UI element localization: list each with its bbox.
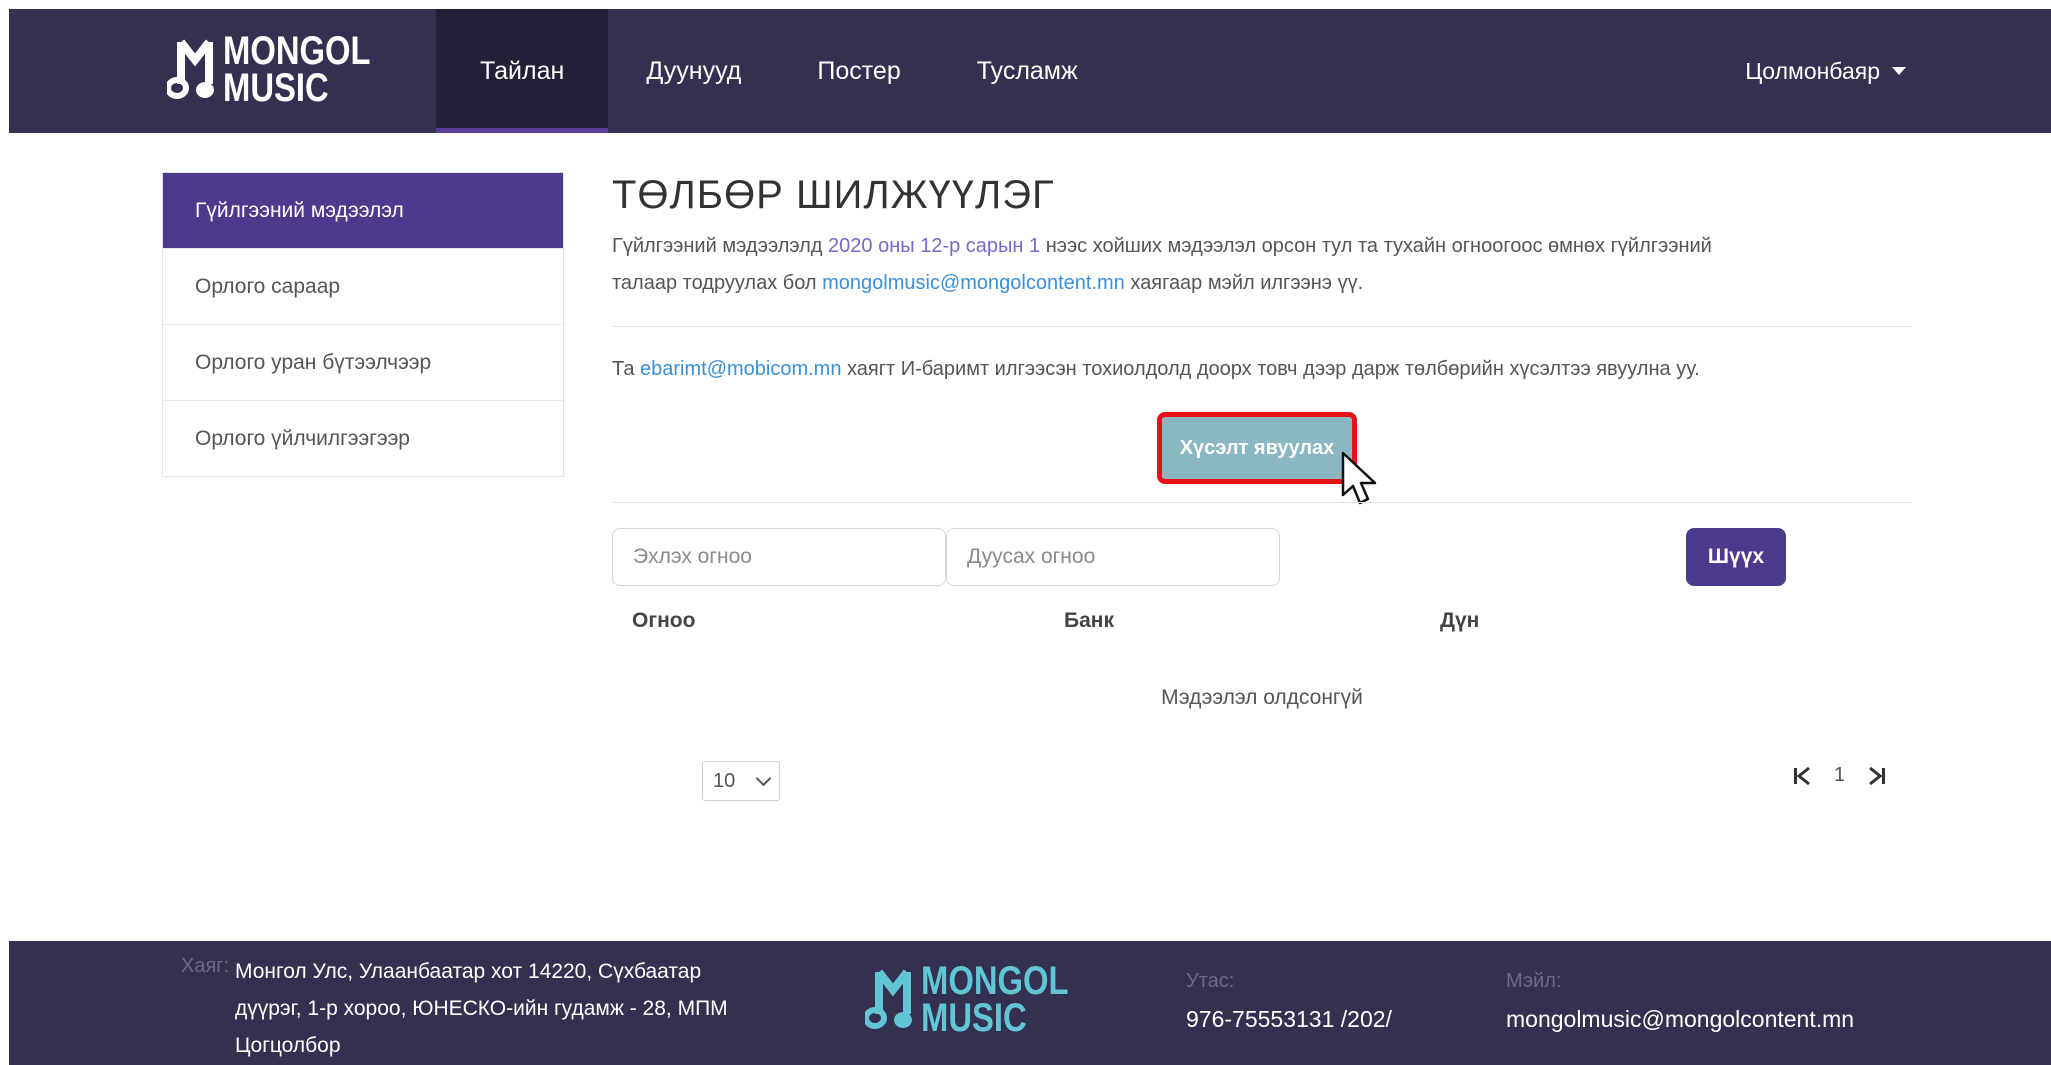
brand-logo[interactable]: MONGOL MUSIC (165, 29, 403, 110)
last-page-icon[interactable] (1867, 765, 1887, 787)
nav-tab-report[interactable]: Тайлан (436, 9, 609, 133)
page-size-value: 10 (713, 769, 736, 792)
column-header-date[interactable]: Огноо (632, 609, 695, 633)
column-header-amount[interactable]: Дүн (1440, 609, 1479, 633)
info-text-3: талаар тодруулах бол (612, 272, 823, 294)
page-size-select[interactable]: 10 (702, 761, 780, 801)
page-title: ТӨЛБӨР ШИЛЖҮҮЛЭГ (612, 173, 1055, 217)
end-date-input[interactable] (946, 528, 1280, 586)
phone-number: 976-75553131 /202/ (1186, 1006, 1392, 1032)
filter-button[interactable]: Шүүх (1686, 528, 1786, 586)
main-nav: Тайлан Дуунууд Постер Тусламж (436, 9, 1116, 133)
info-text-4: хаягаар мэйл илгээнэ үү. (1124, 272, 1364, 294)
support-email-link[interactable]: mongolmusic@mongolcontent.mn (822, 272, 1125, 294)
sidebar-item-transactions[interactable]: Гүйлгээний мэдээлэл (163, 173, 563, 248)
info-text-1: Гүйлгээний мэдээлэлд (612, 235, 829, 257)
user-name: Цолмонбаяр (1745, 57, 1880, 84)
music-note-icon (165, 34, 223, 106)
address-label: Хаяг: (181, 955, 230, 977)
sidebar-item-income-monthly[interactable]: Орлого сараар (163, 248, 563, 324)
caret-down-icon (1892, 67, 1906, 75)
phone-label: Утас: (1186, 970, 1235, 992)
logo-word-2: MUSIC (223, 65, 329, 110)
user-menu[interactable]: Цолмонбаяр (1745, 9, 1906, 133)
footer-email-link[interactable]: mongolmusic@mongolcontent.mn (1506, 1006, 1854, 1033)
info-text-2: нээс хойших мэдээлэл орсон тул та тухайн… (1040, 235, 1712, 257)
current-page-number[interactable]: 1 (1834, 764, 1845, 787)
sidebar-item-income-artist[interactable]: Орлого уран бүтээлчээр (163, 324, 563, 400)
divider (612, 502, 1912, 503)
column-header-bank[interactable]: Банк (1064, 609, 1114, 633)
ebarimt-text-1: Та (612, 358, 640, 380)
logo-word-1: MONGOL (223, 29, 371, 73)
first-page-icon[interactable] (1792, 765, 1812, 787)
divider (612, 326, 1912, 327)
nav-tab-songs[interactable]: Дуунууд (608, 9, 779, 133)
start-date-input[interactable] (612, 528, 946, 586)
top-navbar: MONGOL MUSIC Тайлан Дуунууд Постер Тусла… (9, 9, 2051, 133)
pagination: 1 (1792, 764, 1887, 787)
ebarimt-text-2: хаягт И-баримт илгээсэн тохиолдолд доорх… (841, 358, 1700, 380)
nav-tab-help[interactable]: Тусламж (939, 9, 1116, 133)
report-sidebar: Гүйлгээний мэдээлэл Орлого сараар Орлого… (162, 172, 564, 477)
info-date-highlight: 2020 оны 12-р сарын 1 (828, 235, 1041, 257)
nav-tab-posters[interactable]: Постер (779, 9, 938, 133)
send-request-button[interactable]: Хүсэлт явуулах (1157, 412, 1357, 484)
main-content: ТӨЛБӨР ШИЛЖҮҮЛЭГ Гүйлгээний мэдээлэлд 20… (612, 168, 1912, 801)
chevron-down-icon (755, 770, 772, 787)
transaction-info-text: Гүйлгээний мэдээлэлд 2020 оны 12-р сарын… (612, 228, 1912, 302)
ebarimt-email-link[interactable]: ebarimt@mobicom.mn (640, 358, 841, 380)
address-text: Монгол Улс, Улаанбаатар хот 14220, Сүхба… (235, 960, 728, 1057)
music-note-icon (863, 964, 921, 1036)
mail-label: Мэйл: (1506, 970, 1562, 992)
logo-word-2: MUSIC (921, 995, 1027, 1040)
sidebar-item-income-service[interactable]: Орлого үйлчилгээгээр (163, 400, 563, 476)
empty-table-message: Мэдээлэл олдсонгүй (1161, 686, 1363, 709)
site-footer: Хаяг: Монгол Улс, Улаанбаатар хот 14220,… (9, 941, 2051, 1065)
logo-word-1: MONGOL (921, 959, 1069, 1003)
ebarimt-info-text: Та ebarimt@mobicom.mn хаягт И-баримт илг… (612, 351, 1912, 388)
footer-brand-logo: MONGOL MUSIC (863, 959, 1101, 1040)
